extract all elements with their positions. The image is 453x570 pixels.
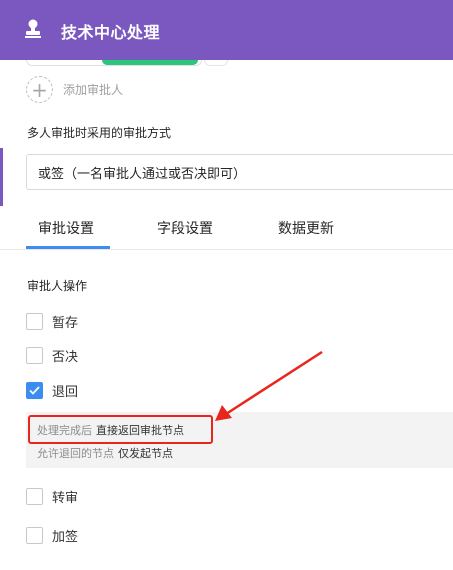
return-nodes-value: 仅发起节点	[118, 447, 173, 460]
add-approver-button[interactable]: + 添加审批人	[26, 76, 123, 103]
approval-mode-label: 多人审批时采用的审批方式	[27, 126, 172, 140]
checkbox-transfer[interactable]: 转审	[26, 487, 78, 506]
approver-card-remove	[204, 60, 228, 66]
checkbox-add-signer[interactable]: 加签	[26, 526, 78, 545]
return-after-value: 直接返回审批节点	[96, 424, 184, 437]
add-approver-label: 添加审批人	[63, 83, 124, 97]
return-after-key: 处理完成后	[37, 424, 92, 437]
approver-operations-label: 审批人操作	[27, 279, 88, 293]
checkbox-label: 否决	[52, 350, 79, 365]
checkbox-label: 加签	[52, 530, 79, 545]
approval-mode-value: 或签（一名审批人通过或否决即可）	[38, 166, 247, 182]
checkbox-box[interactable]	[26, 347, 43, 364]
approval-mode-select[interactable]: 或签（一名审批人通过或否决即可）	[26, 154, 453, 190]
return-nodes-key: 允许退回的节点	[37, 447, 114, 460]
checkbox-label: 暂存	[52, 316, 79, 331]
checkbox-box-checked[interactable]	[26, 382, 43, 399]
checkbox-save-draft[interactable]: 暂存	[26, 312, 78, 331]
tab-approval-settings[interactable]: 审批设置	[38, 218, 94, 238]
user-stamp-icon	[25, 19, 41, 38]
return-after-row: 处理完成后 直接返回审批节点	[37, 422, 184, 438]
checkbox-reject[interactable]: 否决	[26, 346, 78, 365]
page-title: 技术中心处理	[61, 23, 161, 42]
checkbox-box[interactable]	[26, 527, 43, 544]
approver-card-status-bar	[102, 60, 198, 65]
return-settings-panel[interactable]: 处理完成后 直接返回审批节点 允许退回的节点 仅发起节点	[26, 412, 453, 468]
settings-tabs: 审批设置 字段设置 数据更新	[0, 206, 453, 250]
checkbox-box[interactable]	[26, 313, 43, 330]
tab-data-update[interactable]: 数据更新	[278, 218, 334, 238]
checkbox-label: 退回	[52, 385, 79, 400]
checkbox-box[interactable]	[26, 488, 43, 505]
page-header: 技术中心处理	[0, 0, 453, 60]
side-accent	[0, 148, 3, 206]
checkbox-label: 转审	[52, 491, 79, 506]
checkbox-return[interactable]: 退回	[26, 381, 78, 400]
active-tab-indicator	[26, 246, 110, 249]
check-icon	[29, 386, 40, 395]
return-nodes-row: 允许退回的节点 仅发起节点	[37, 445, 173, 461]
plus-icon: +	[26, 76, 53, 103]
tab-field-settings[interactable]: 字段设置	[157, 218, 213, 238]
